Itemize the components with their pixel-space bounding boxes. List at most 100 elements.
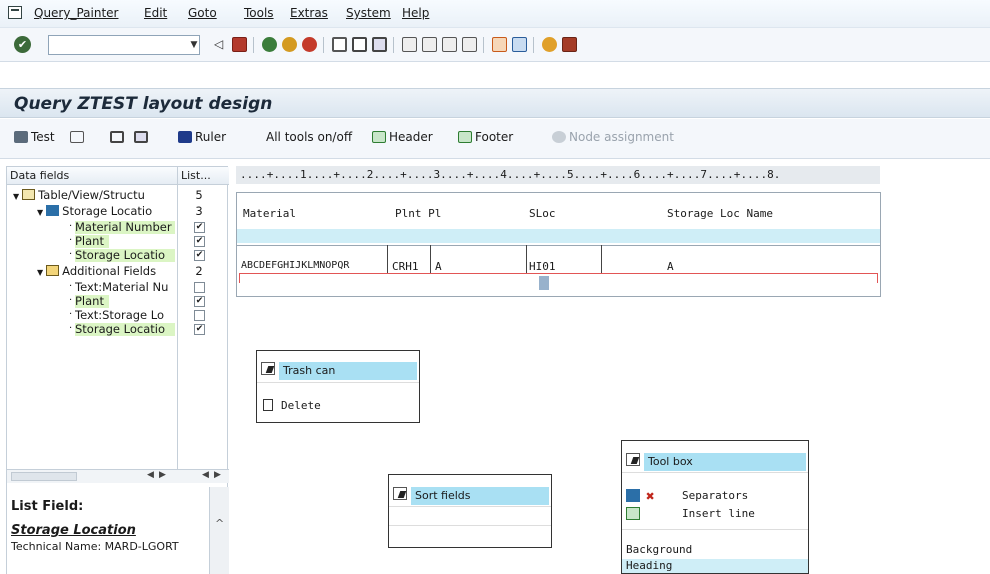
column-header-sloc[interactable]: SLoc	[529, 207, 556, 220]
back-icon[interactable]: ◁	[214, 37, 229, 52]
list-checkbox[interactable]: ✔	[194, 222, 205, 233]
help-icon[interactable]	[542, 37, 557, 52]
menu-tools[interactable]: Tools	[244, 6, 274, 20]
tree-node-count: 3	[195, 204, 203, 218]
layout-toggle-button[interactable]	[70, 130, 87, 144]
trash-can-box[interactable]: Trash can Delete	[256, 350, 420, 423]
first-page-icon[interactable]	[402, 37, 417, 52]
col-data-fields[interactable]: Data fields	[7, 167, 177, 185]
all-tools-button[interactable]: All tools on/off	[266, 130, 352, 144]
pin-icon[interactable]	[626, 453, 640, 466]
shortcut-icon[interactable]	[512, 37, 527, 52]
tree-field-plant-2[interactable]: Plant · ✔	[7, 295, 229, 308]
cell-sloc[interactable]: HI01	[529, 260, 556, 273]
command-field[interactable]	[48, 35, 200, 55]
footer-button[interactable]: Footer	[458, 130, 513, 144]
tree-node-storage-location[interactable]: ▼ Storage Locatio 3	[7, 205, 229, 218]
header-icon	[372, 131, 386, 143]
scroll-up-icon[interactable]: ^	[215, 517, 224, 530]
create-session-icon[interactable]	[492, 37, 507, 52]
scroll-left-icon[interactable]: ◀	[202, 470, 209, 480]
technical-name: Technical Name: MARD-LGORT	[11, 540, 179, 553]
scroll-left-icon[interactable]: ◀	[147, 470, 154, 480]
find-icon[interactable]	[352, 37, 367, 52]
tree-field-storage-location[interactable]: Storage Locatio · ✔	[7, 249, 229, 262]
tree-field-material-number[interactable]: Material Number · ✔	[7, 221, 229, 234]
insert-line-row[interactable]: Insert line	[626, 507, 806, 521]
cell-pl[interactable]: A	[435, 260, 442, 273]
next-page-icon[interactable]	[442, 37, 457, 52]
cancel-icon[interactable]	[302, 37, 317, 52]
menu-edit[interactable]: Edit	[144, 6, 167, 20]
find-button[interactable]	[110, 130, 127, 144]
layout-icon	[70, 131, 84, 143]
background-label[interactable]: Background	[626, 543, 692, 556]
tree-field-text-material[interactable]: Text:Material Nu ·	[7, 281, 229, 294]
menu-icon[interactable]	[8, 6, 22, 19]
list-checkbox[interactable]: ✔	[194, 236, 205, 247]
horizontal-scrollbar[interactable]: ◀ ▶ ◀ ▶	[7, 469, 229, 483]
cell-storage-loc-name[interactable]: A	[667, 260, 674, 273]
tool-box[interactable]: Tool box ✖ Separators Insert line Backgr…	[621, 440, 809, 574]
pin-icon[interactable]	[261, 362, 275, 375]
expand-icon[interactable]: ▼	[37, 266, 43, 278]
scroll-right-icon[interactable]: ▶	[214, 470, 221, 480]
pin-icon[interactable]	[393, 487, 407, 500]
tree-field-storage-location-2[interactable]: Storage Locatio · ✔	[7, 323, 229, 336]
enter-icon[interactable]: ✔	[14, 36, 31, 53]
separators-row[interactable]: ✖ Separators	[626, 489, 806, 503]
tree-field-text-storage[interactable]: Text:Storage Lo ·	[7, 309, 229, 322]
back-green-icon[interactable]	[262, 37, 277, 52]
last-page-icon[interactable]	[462, 37, 477, 52]
list-checkbox[interactable]	[194, 282, 205, 293]
col-list[interactable]: List...	[177, 167, 229, 185]
save-icon[interactable]	[232, 37, 247, 52]
header-button[interactable]: Header	[372, 130, 433, 144]
tree-node-label: Additional Fields	[62, 265, 157, 278]
previous-page-icon[interactable]	[422, 37, 437, 52]
vertical-scrollbar[interactable]: ^	[209, 487, 229, 574]
ruler-button[interactable]: Ruler	[178, 130, 226, 144]
expand-icon[interactable]: ▼	[37, 206, 43, 218]
delete-row[interactable]: Delete	[263, 399, 321, 412]
folder-icon	[22, 189, 36, 200]
tree-node-additional-fields[interactable]: ▼ Additional Fields 2	[7, 265, 229, 278]
node-assignment-button[interactable]: Node assignment	[552, 130, 674, 144]
list-checkbox[interactable]: ✔	[194, 324, 205, 335]
menu-goto[interactable]: Goto	[188, 6, 217, 20]
heading-label[interactable]: Heading	[626, 559, 672, 572]
find-next-icon	[134, 131, 148, 143]
list-checkbox[interactable]: ✔	[194, 296, 205, 307]
tree-field-plant[interactable]: Plant · ✔	[7, 235, 229, 248]
print-icon[interactable]	[332, 37, 347, 52]
chevron-down-icon[interactable]: ▼	[188, 35, 200, 55]
find-next-button[interactable]	[134, 130, 151, 144]
customize-layout-icon[interactable]	[562, 37, 577, 52]
list-checkbox[interactable]: ✔	[194, 250, 205, 261]
insert-line-label: Insert line	[682, 507, 755, 520]
cell-material[interactable]: ABCDEFGHIJKLMNOPQR	[241, 260, 349, 271]
sort-fields-box[interactable]: Sort fields	[388, 474, 552, 548]
menu-system[interactable]: System	[346, 6, 391, 20]
menu-extras[interactable]: Extras	[290, 6, 328, 20]
test-button[interactable]: Test	[14, 130, 55, 144]
column-header-plant[interactable]: Plnt Pl	[395, 207, 441, 220]
exit-icon[interactable]	[282, 37, 297, 52]
menu-query-painter[interactable]: Query_Painter	[34, 6, 118, 20]
scroll-right-icon[interactable]: ▶	[159, 470, 166, 480]
field-label: Storage Locatio	[75, 249, 166, 262]
field-label: Material Number	[75, 221, 172, 234]
find-next-icon[interactable]	[372, 37, 387, 52]
cell-plant[interactable]: CRH1	[392, 260, 419, 273]
list-checkbox[interactable]	[194, 310, 205, 321]
field-label: Storage Locatio	[75, 323, 166, 336]
column-header-storage-loc-name[interactable]: Storage Loc Name	[667, 207, 773, 220]
menu-bar: Query_Painter Edit Goto Tools Extras Sys…	[0, 0, 990, 28]
scroll-thumb[interactable]	[11, 472, 77, 481]
expand-icon[interactable]: ▼	[13, 190, 19, 202]
tree-node-table-view[interactable]: ▼ Table/View/Structu 5	[7, 189, 229, 202]
column-header-material[interactable]: Material	[243, 207, 296, 220]
delete-x-icon[interactable]: ✖	[646, 490, 655, 503]
menu-help[interactable]: Help	[402, 6, 429, 20]
tree-node-count: 5	[195, 188, 203, 202]
